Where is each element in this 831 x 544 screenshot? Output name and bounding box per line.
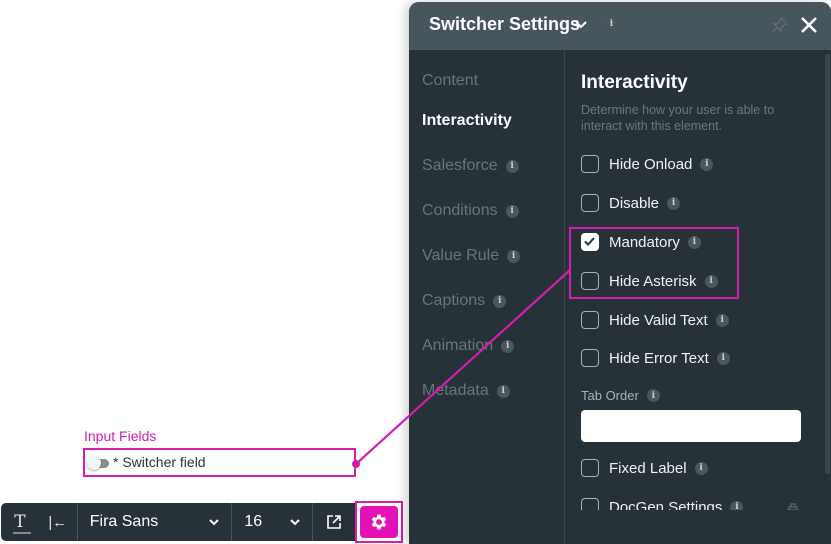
option-label: Hide Onload — [609, 155, 693, 173]
gear-icon — [371, 514, 387, 530]
info-icon[interactable]: i — [715, 313, 729, 327]
option-hide-onload[interactable]: Hide Onload i — [581, 154, 714, 174]
info-icon[interactable]: i — [694, 461, 708, 475]
info-icon[interactable]: i — [501, 339, 515, 353]
chevron-down-icon — [209, 519, 220, 526]
switch-toggle[interactable] — [87, 456, 111, 470]
disable-checkbox[interactable] — [581, 194, 599, 212]
pin-icon[interactable] — [771, 16, 789, 34]
option-fixed-label[interactable]: Fixed Label i — [581, 458, 708, 478]
option-docgen-settings[interactable]: DocGen Settings i — [581, 497, 744, 511]
info-icon[interactable]: i — [496, 384, 510, 398]
nav-item-interactivity[interactable]: Interactivity — [422, 112, 512, 130]
nav-item-metadata[interactable]: Metadata i — [422, 382, 510, 400]
panel-title[interactable]: Switcher Settings — [429, 14, 580, 35]
external-link-icon — [327, 515, 341, 529]
nav-item-label: Animation — [422, 337, 494, 354]
input-fields-label: Input Fields — [84, 428, 157, 444]
chevron-down-icon[interactable] — [575, 20, 587, 30]
info-icon[interactable]: i — [667, 196, 681, 210]
settings-button[interactable] — [360, 506, 398, 538]
option-disable[interactable]: Disable i — [581, 193, 681, 213]
nav-item-animation[interactable]: Animation i — [422, 337, 515, 355]
option-label: Hide Valid Text — [609, 311, 708, 329]
nav-item-label: Interactivity — [422, 112, 512, 129]
option-label: Fixed Label — [609, 459, 687, 477]
font-family-select[interactable]: Fira Sans — [78, 503, 232, 541]
info-icon[interactable]: i — [505, 159, 519, 173]
settings-highlight — [355, 501, 403, 543]
text-underline-bar — [13, 532, 31, 534]
info-icon[interactable]: i — [505, 204, 519, 218]
element-toolbar: T |← Fira Sans 16 — [1, 503, 355, 541]
info-icon[interactable]: i — [730, 500, 744, 510]
hide-error-text-checkbox[interactable] — [581, 349, 599, 367]
docgen-settings-icon[interactable] — [786, 501, 800, 510]
docgen-checkbox[interactable] — [581, 498, 599, 510]
nav-item-label: Salesforce — [422, 157, 498, 174]
section-description: Determine how your user is able to inter… — [581, 103, 775, 133]
switcher-field-label: * Switcher field — [113, 454, 206, 470]
nav-item-label: Captions — [422, 292, 486, 309]
option-hide-error-text[interactable]: Hide Error Text i — [581, 348, 730, 368]
font-family-value: Fira Sans — [89, 513, 159, 530]
chevron-down-icon — [290, 519, 300, 526]
text-icon: T — [14, 511, 26, 532]
nav-item-salesforce[interactable]: Salesforce i — [422, 157, 519, 175]
nav-item-label: Content — [422, 72, 479, 89]
option-label: DocGen Settings — [609, 498, 723, 511]
font-size-select[interactable]: 16 — [232, 503, 312, 541]
settings-nav: Content Interactivity Salesforce i Condi… — [409, 50, 565, 544]
info-icon[interactable]: i — [507, 249, 521, 263]
nav-item-conditions[interactable]: Conditions i — [422, 202, 519, 220]
info-icon[interactable]: i — [700, 157, 714, 171]
close-icon[interactable] — [799, 15, 819, 35]
info-icon[interactable]: i — [646, 389, 660, 402]
mandatory-highlight-box — [569, 227, 739, 299]
switch-knob — [87, 456, 101, 470]
fixed-label-checkbox[interactable] — [581, 459, 599, 477]
open-external-button[interactable] — [313, 503, 355, 541]
nav-item-value-rule[interactable]: Value Rule i — [422, 247, 521, 265]
text-style-button[interactable]: T — [1, 503, 39, 541]
nav-item-label: Conditions — [422, 202, 498, 219]
nav-item-label: Metadata — [422, 382, 489, 399]
info-icon[interactable]: i — [716, 351, 730, 365]
nav-item-label: Value Rule — [422, 247, 500, 264]
hide-valid-text-checkbox[interactable] — [581, 311, 599, 329]
option-label: Hide Error Text — [609, 349, 709, 367]
option-label: Disable — [609, 194, 660, 212]
hide-onload-checkbox[interactable] — [581, 155, 599, 173]
tab-order-label: Tab Order i — [581, 388, 660, 403]
font-size-value: 16 — [244, 513, 263, 530]
tab-order-label-text: Tab Order — [581, 388, 639, 403]
indent-button[interactable]: |← — [39, 503, 77, 541]
nav-item-captions[interactable]: Captions i — [422, 292, 507, 310]
tab-order-input[interactable] — [581, 410, 801, 442]
panel-header: Switcher Settings i — [409, 2, 831, 50]
info-icon[interactable]: i — [605, 17, 618, 30]
indent-icon: |← — [48, 513, 68, 531]
switcher-field[interactable]: * Switcher field — [83, 448, 356, 477]
content-scrollbar[interactable] — [825, 54, 830, 474]
section-title: Interactivity — [581, 72, 688, 93]
info-icon[interactable]: i — [493, 294, 507, 308]
option-hide-valid-text[interactable]: Hide Valid Text i — [581, 310, 729, 330]
nav-item-content[interactable]: Content — [422, 72, 478, 90]
